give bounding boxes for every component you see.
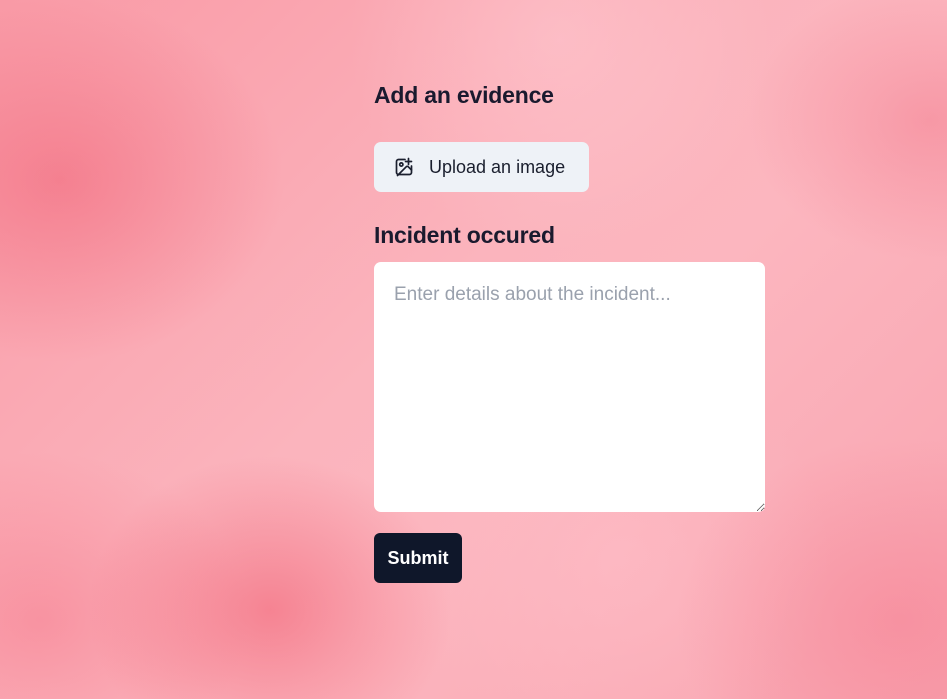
- page-background: Add an evidence Upload an image Incident…: [0, 0, 947, 699]
- evidence-form: Add an evidence Upload an image Incident…: [374, 80, 765, 583]
- submit-button[interactable]: Submit: [374, 533, 462, 583]
- add-evidence-heading: Add an evidence: [374, 82, 554, 108]
- upload-image-label: Upload an image: [429, 156, 566, 177]
- incident-occurred-heading: Incident occured: [374, 222, 555, 248]
- upload-image-button[interactable]: Upload an image: [374, 142, 589, 192]
- incident-details-wrapper: [374, 262, 765, 512]
- incident-details-textarea[interactable]: [374, 262, 765, 512]
- image-plus-icon: [394, 157, 414, 177]
